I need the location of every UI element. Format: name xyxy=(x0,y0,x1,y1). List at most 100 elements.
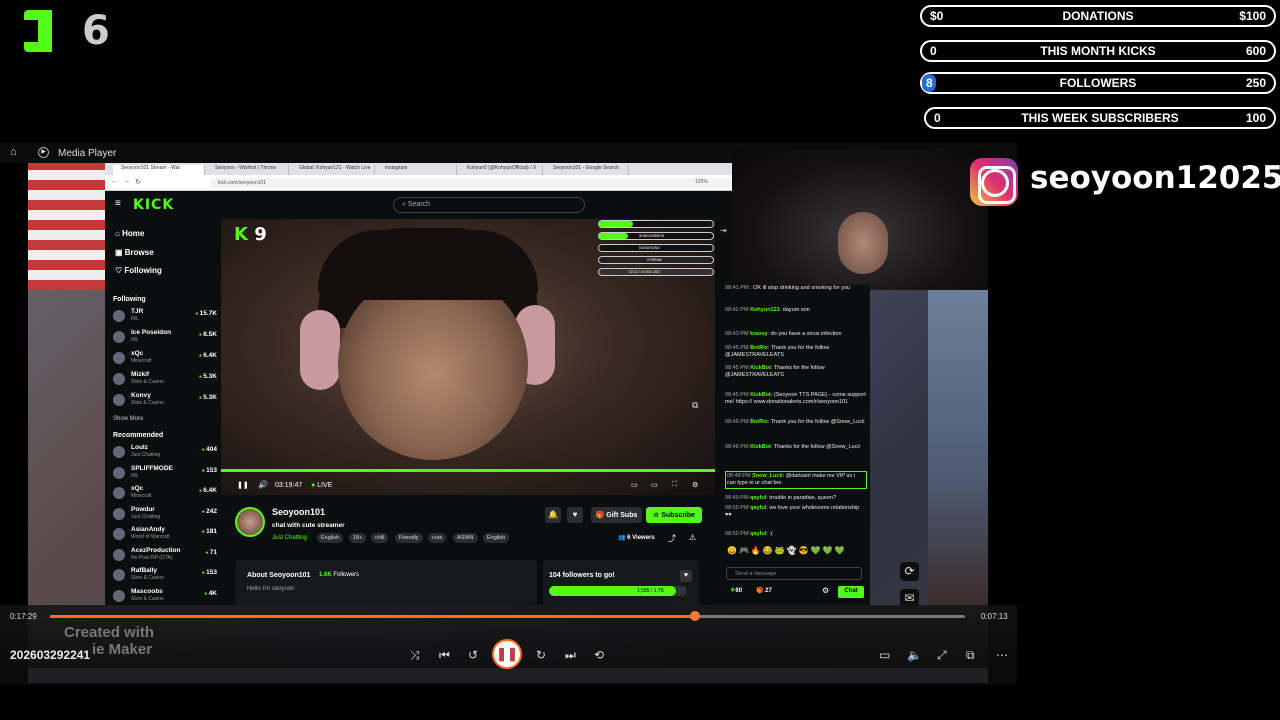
chat-username[interactable]: KickBot xyxy=(750,392,771,398)
points-counter[interactable]: ⚘60 xyxy=(730,588,742,595)
refresh-icon[interactable]: ⟳ xyxy=(900,562,919,581)
rewind-10-icon[interactable]: ↺ xyxy=(468,648,478,662)
share-icon[interactable]: ⤴ xyxy=(668,533,676,544)
kick-site-logo[interactable]: KICK xyxy=(133,197,174,213)
live-label: LIVE xyxy=(317,482,333,489)
chat-send-button[interactable]: Chat xyxy=(838,586,864,598)
chat-message: 08:49 PM qayful: trouble in paradise, qu… xyxy=(725,495,837,501)
browser-tab[interactable]: Instagram xyxy=(377,165,457,175)
stream-tag[interactable]: chill xyxy=(371,533,389,543)
more-options-icon[interactable]: ⋯ xyxy=(996,648,1008,662)
streamer-avatar[interactable] xyxy=(235,507,265,537)
play-pause-button[interactable]: ❚❚ xyxy=(492,639,522,669)
nav-browse[interactable]: ▣ Browse xyxy=(115,248,154,257)
sidebar-channel[interactable]: Ice PoseidonIRL 8.5K xyxy=(113,329,217,347)
search-input[interactable]: ⌕ Search xyxy=(393,197,585,213)
reload-icon[interactable]: ↻ xyxy=(135,178,141,186)
forward-30-icon[interactable]: ↻ xyxy=(536,648,546,662)
menu-icon[interactable]: ≡ xyxy=(115,198,121,209)
emote-bar[interactable]: 😀🎮🔥😂🐸👻😎💚💚💚 xyxy=(727,547,863,557)
nav-following[interactable]: ♡ Following xyxy=(115,266,162,275)
clip-icon[interactable]: ▭ xyxy=(631,481,638,489)
browser-tab[interactable]: Seoyoon - Wishlist | Throne xyxy=(207,165,289,175)
channel-category: Slots & Casino xyxy=(131,575,164,581)
channel-name: Powdur xyxy=(131,505,155,513)
collapse-icon[interactable]: ⇥ xyxy=(720,226,727,235)
shuffle-icon[interactable]: ⤨ xyxy=(410,648,420,663)
gift-counter[interactable]: 🎁 27 xyxy=(756,588,772,595)
chat-username[interactable]: BotRix xyxy=(750,345,768,351)
heart-icon[interactable]: ♥ xyxy=(567,507,583,523)
home-icon[interactable]: ⌂ xyxy=(10,146,17,158)
subscribe-button[interactable]: ☆ Subscribe xyxy=(646,507,702,523)
miniplayer-icon[interactable]: ⧉ xyxy=(966,648,975,663)
sidebar-channel[interactable]: RafBallySlots & Casino 153 xyxy=(113,567,217,585)
browser-tab[interactable]: Seoyoon101 Stream - Wat xyxy=(113,165,205,175)
stream-tag[interactable]: 18+ xyxy=(349,533,367,543)
address-bar[interactable]: kick.com/seoyoon101 xyxy=(210,178,770,188)
chat-username[interactable]: KickBot xyxy=(750,365,771,371)
chat-time: 08:49 PM xyxy=(725,495,749,501)
followers-info: 1.6K Followers xyxy=(319,572,359,578)
back-icon[interactable]: ← xyxy=(111,178,118,185)
report-icon[interactable]: ⚠ xyxy=(689,533,696,542)
chat-username[interactable]: qayful xyxy=(750,531,766,537)
fullscreen-icon[interactable]: ⛶ xyxy=(672,481,677,489)
channel-category: IRL xyxy=(131,337,139,343)
seek-knob[interactable] xyxy=(690,611,701,621)
browser-tab[interactable]: Kohyun0 (@KohyunOfficial) / X xyxy=(459,165,543,175)
stream-category[interactable]: Just Chatting xyxy=(272,535,307,541)
chat-username[interactable]: Snow_Lucii xyxy=(752,473,783,479)
gift-subs-button[interactable]: 🎁 Gift Subs xyxy=(591,507,642,523)
sidebar-channel[interactable]: KonvySlots & Casino 5.3K xyxy=(113,392,217,410)
stream-tag[interactable]: Friendly xyxy=(395,533,423,543)
stream-tag[interactable]: English xyxy=(483,533,510,543)
streamer-name[interactable]: Seoyoon101 xyxy=(272,507,325,517)
browser-tab[interactable]: Seoyoon101 - Google Search xyxy=(545,165,629,175)
stream-tag[interactable]: ASIAN xyxy=(453,533,478,543)
chat-username[interactable]: qayful xyxy=(750,505,766,511)
sidebar-channel[interactable]: PowdurJust Chatting 242 xyxy=(113,506,217,524)
pip-icon[interactable]: ⧉ xyxy=(692,400,698,411)
chat-input[interactable]: Send a message xyxy=(726,567,862,580)
goal-target: $100 xyxy=(1239,9,1266,23)
sidebar-channel[interactable]: xQcMinecraft 6.4K xyxy=(113,485,217,503)
repeat-off-icon[interactable]: ⟲ xyxy=(594,648,604,662)
chat-settings-icon[interactable]: ⚙ xyxy=(822,587,829,595)
nav-home[interactable]: ⌂ Home xyxy=(115,229,144,238)
pause-icon[interactable]: ❚❚ xyxy=(237,481,249,489)
stream-tag[interactable]: cute xyxy=(428,533,447,543)
stream-tag[interactable]: English xyxy=(317,533,344,543)
video-subject-bangs xyxy=(318,230,538,300)
points-value: 60 xyxy=(735,588,743,594)
chat-username[interactable]: BotRix xyxy=(750,419,768,425)
heart-icon[interactable]: ♥ xyxy=(680,570,692,582)
theater-icon[interactable]: ▭ xyxy=(651,481,658,489)
sidebar-channel[interactable]: LoulzJust Chatting 404 xyxy=(113,444,217,462)
forward-icon[interactable]: → xyxy=(123,178,130,185)
sidebar-channel[interactable]: MascoobsSlots & Casino 4K xyxy=(113,588,217,606)
sidebar-channel[interactable]: SPLIFFMODEIRL 153 xyxy=(113,465,217,483)
browser-tab[interactable]: Global: Kohyun121 - Watch Live xyxy=(291,165,375,175)
volume-icon[interactable]: 🔈 xyxy=(907,648,922,662)
channel-avatar xyxy=(113,352,125,364)
chat-username[interactable]: Kohyun121 xyxy=(750,307,780,313)
next-icon[interactable]: ⏭ xyxy=(565,648,576,663)
sidebar-channel[interactable]: AsianAndyWorld of Warcraft 181 xyxy=(113,526,217,544)
chat-username[interactable]: kravvy xyxy=(750,331,767,337)
sidebar-channel[interactable]: MizkifSlots & Casino 5.3K xyxy=(113,371,217,389)
subtitles-icon[interactable]: ▭ xyxy=(879,648,890,662)
show-more-link[interactable]: Show More xyxy=(113,416,143,422)
previous-icon[interactable]: ⏮ xyxy=(439,648,450,663)
video-progress-bar[interactable] xyxy=(221,469,715,472)
volume-icon[interactable]: 🔊 xyxy=(258,480,268,489)
chat-username[interactable]: KickBot xyxy=(750,444,771,450)
chat-username[interactable]: qayful xyxy=(750,495,766,501)
sidebar-channel[interactable]: xQcMinecraft 6.4K xyxy=(113,350,217,368)
fullscreen-icon[interactable]: ⤢ xyxy=(937,648,947,663)
sidebar-channel[interactable]: TJRIRL 15.7K xyxy=(113,308,217,326)
mini-goal: 02.12 / 10 000 USD xyxy=(598,268,714,276)
bell-icon[interactable]: 🔔 xyxy=(545,507,561,523)
settings-icon[interactable]: ⚙ xyxy=(692,481,698,489)
sidebar-channel[interactable]: AcezProductionNo Pixel RP (GTA) 71 xyxy=(113,547,217,565)
